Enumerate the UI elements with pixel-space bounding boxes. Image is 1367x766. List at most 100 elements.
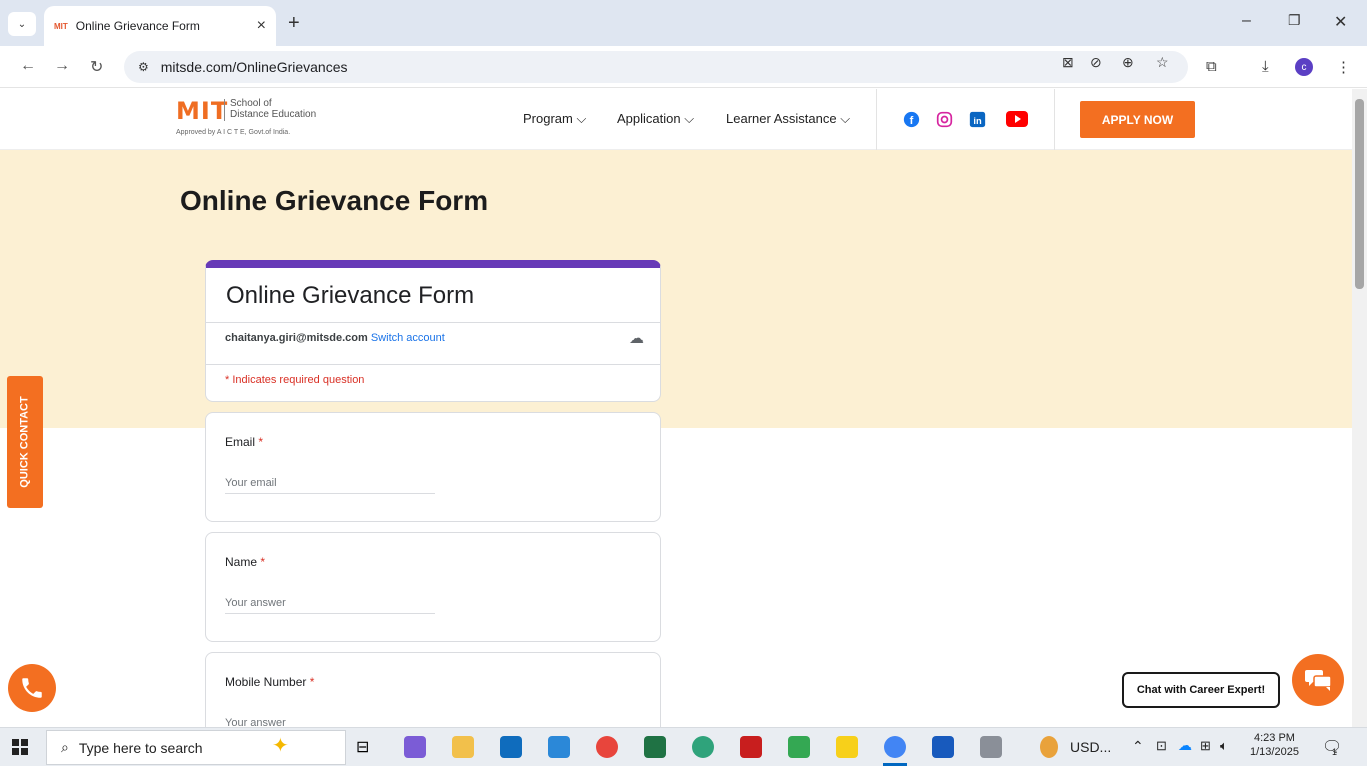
chevron-down-icon: ⌵ (576, 111, 587, 126)
store-icon[interactable] (548, 736, 570, 758)
edge-icon[interactable] (692, 736, 714, 758)
menu-dots-icon[interactable]: ⋮ (1336, 58, 1351, 76)
restore-icon[interactable]: ❐ (1288, 12, 1301, 29)
file-explorer-icon[interactable] (452, 736, 474, 758)
chat-icon (1305, 670, 1332, 691)
outlook-icon[interactable] (500, 736, 522, 758)
camera-blocked-icon[interactable]: ⊠ (1062, 54, 1074, 71)
chrome-profile-icon[interactable] (884, 736, 906, 758)
form-account-line: chaitanya.giri@mitsde.com Switch account (225, 332, 445, 344)
header-divider (1054, 89, 1055, 150)
page-title: Online Grievance Form (180, 185, 489, 216)
address-bar[interactable]: ⚙ mitsde.com/OnlineGrievances (124, 51, 1188, 83)
question-label-text: Mobile Number (225, 675, 307, 689)
minimize-icon[interactable]: – (1242, 12, 1251, 30)
cloud-save-icon: ☁ (629, 330, 644, 347)
page-viewport: MIT School of Distance Education Approve… (0, 89, 1352, 727)
chat-career-expert-bubble[interactable]: Chat with Career Expert! (1122, 672, 1280, 708)
tab-favicon: MIT (54, 21, 68, 31)
site-info-icon[interactable]: ⚙ (138, 60, 149, 74)
nav-application-label: Application (617, 111, 681, 126)
required-note: * Indicates required question (225, 374, 365, 386)
tab-title: Online Grievance Form (75, 19, 200, 33)
question-card-mobile: Mobile Number * Your answer (205, 652, 661, 727)
youtube-icon[interactable] (1005, 109, 1029, 129)
scrollbar-thumb[interactable] (1355, 99, 1364, 289)
word-icon[interactable] (932, 736, 954, 758)
taskbar-search-box[interactable]: ⌕ Type here to search (46, 730, 346, 765)
facebook-icon[interactable]: f (901, 109, 921, 129)
currency-label[interactable]: USD... (1070, 739, 1111, 755)
form-divider (206, 322, 660, 323)
back-icon[interactable]: ← (20, 57, 36, 75)
excel-icon[interactable] (644, 736, 666, 758)
network-icon[interactable]: ⊞ (1200, 738, 1211, 754)
chat-button[interactable] (1292, 654, 1344, 706)
question-label: Email * (225, 435, 263, 449)
sticky-notes-icon[interactable] (836, 736, 858, 758)
extensions-icon[interactable]: ⧉ (1206, 58, 1217, 75)
url-text: mitsde.com/OnlineGrievances (160, 59, 348, 75)
instagram-icon[interactable] (934, 109, 954, 129)
copilot-app-icon[interactable] (404, 736, 426, 758)
clock-time: 4:23 PM (1253, 732, 1295, 744)
mobile-number-input[interactable]: Your answer (225, 717, 435, 727)
question-card-name: Name * Your answer (205, 532, 661, 642)
logo-approved-text: Approved by A I C T E, Govt.of India. (176, 129, 291, 136)
copilot-sparkle-icon[interactable]: ✦ (272, 733, 294, 757)
form-title: Online Grievance Form (226, 282, 475, 309)
tab-search-button[interactable]: ⌄ (8, 12, 36, 36)
tray-device-icon[interactable]: ⊡ (1156, 738, 1167, 754)
bookmark-star-icon[interactable]: ☆ (1156, 54, 1169, 71)
windows-start-icon[interactable] (12, 739, 28, 760)
linkedin-icon[interactable]: in (967, 109, 987, 129)
browser-tab[interactable]: MIT Online Grievance Form × (44, 6, 276, 46)
phone-call-button[interactable] (8, 664, 56, 712)
browser-tab-strip: ⌄ MIT Online Grievance Form × + – ❐ ✕ (0, 0, 1367, 46)
chevron-down-icon: ⌵ (840, 111, 851, 126)
account-email: chaitanya.giri@mitsde.com (225, 332, 368, 344)
task-view-icon[interactable]: ⊟ (356, 737, 378, 759)
snipping-tool-icon[interactable] (980, 736, 1002, 758)
question-label-text: Name (225, 555, 258, 569)
apply-now-button[interactable]: APPLY NOW (1080, 101, 1195, 138)
location-blocked-icon[interactable]: ⊘ (1090, 54, 1102, 71)
page-scrollbar[interactable] (1352, 89, 1367, 727)
chevron-down-icon: ⌵ (684, 111, 695, 126)
question-label: Name * (225, 555, 265, 569)
volume-icon[interactable]: 🔈︎ (1220, 738, 1228, 754)
reload-icon[interactable]: ↻ (90, 57, 103, 77)
zoom-icon[interactable]: ⊕ (1122, 54, 1134, 71)
site-logo[interactable]: MIT (176, 97, 228, 125)
nav-application[interactable]: Application ⌵ (617, 111, 694, 127)
tab-close-icon[interactable]: × (257, 17, 266, 35)
tray-chevron-up-icon[interactable]: ⌃ (1132, 738, 1144, 755)
question-label: Mobile Number * (225, 675, 314, 689)
download-icon[interactable]: ⤓ (1262, 58, 1269, 75)
profile-avatar[interactable]: c (1295, 58, 1313, 76)
nav-program[interactable]: Program ⌵ (523, 111, 586, 127)
new-tab-icon[interactable]: + (288, 12, 300, 35)
acrobat-icon[interactable] (740, 736, 762, 758)
forward-icon[interactable]: → (54, 57, 70, 75)
google-drive-icon[interactable] (788, 736, 810, 758)
question-card-email: Email * Your email (205, 412, 661, 522)
clock-date: 1/13/2025 (1250, 746, 1299, 758)
logo-school-line2: Distance Education (230, 109, 317, 120)
required-star: * (260, 555, 266, 569)
logo-divider (224, 99, 225, 121)
close-window-icon[interactable]: ✕ (1334, 12, 1347, 32)
switch-account-link[interactable]: Switch account (371, 332, 445, 344)
currency-icon[interactable] (1040, 736, 1058, 758)
chrome-icon[interactable] (596, 736, 618, 758)
nav-learner-assistance[interactable]: Learner Assistance ⌵ (726, 111, 850, 127)
logo-school-text: School of Distance Education (230, 98, 316, 120)
taskbar-clock[interactable]: 4:23 PM 1/13/2025 (1250, 731, 1299, 759)
quick-contact-tab[interactable]: QUICK CONTACT (7, 376, 43, 508)
header-divider (876, 89, 877, 150)
form-header-card: Online Grievance Form chaitanya.giri@mit… (205, 260, 661, 402)
email-input[interactable]: Your email (225, 477, 435, 494)
onedrive-icon[interactable]: ☁ (1178, 737, 1192, 754)
taskbar-search-placeholder: Type here to search (78, 739, 203, 756)
name-input[interactable]: Your answer (225, 597, 435, 614)
